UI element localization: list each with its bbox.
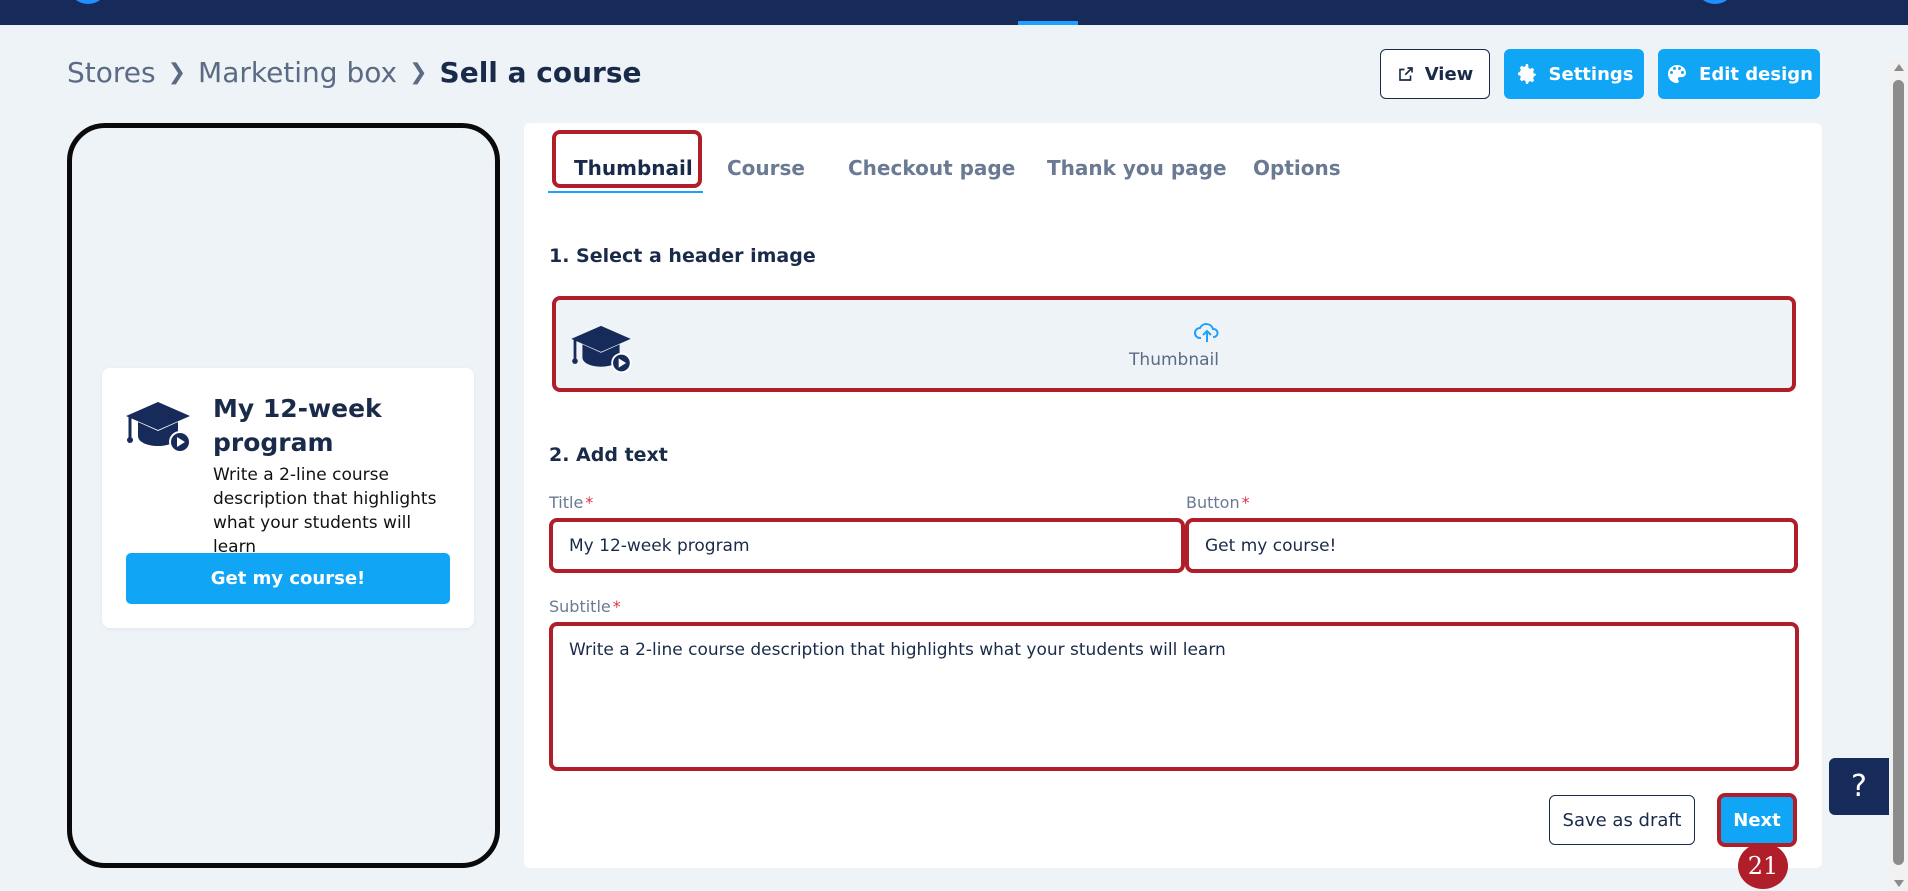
phone-preview: My 12-week program Write a 2-line course… [67,123,500,868]
step-number-badge: 21 [1738,843,1788,889]
breadcrumb-current: Sell a course [439,56,642,89]
palette-icon [1668,65,1687,83]
nav-active-indicator [1018,21,1078,25]
help-button[interactable]: ? [1829,758,1889,815]
title-input[interactable]: My 12-week program [549,518,1185,573]
top-nav-bar [0,0,1908,25]
tab-options[interactable]: Options [1253,151,1341,185]
button-field-label-text: Button * [1186,493,1250,512]
settings-button-label: Settings [1548,63,1634,85]
scroll-down-arrow-icon[interactable] [1894,880,1904,887]
tab-thumbnail[interactable]: Thumbnail [574,151,693,185]
preview-title: My 12-week program [213,394,382,457]
view-button[interactable]: View [1380,49,1490,99]
scrollbar-thumb[interactable] [1893,80,1904,865]
view-button-label: View [1424,63,1474,85]
avatar[interactable] [1695,0,1735,4]
external-link-icon [1398,67,1413,81]
graduation-cap-icon [124,400,192,460]
tab-course[interactable]: Course [727,151,805,185]
next-button[interactable]: Next [1717,793,1797,847]
preview-card: My 12-week program Write a 2-line course… [102,368,474,628]
settings-button[interactable]: Settings [1504,49,1644,99]
section-add-text-title: 2. Add text [549,444,668,466]
title-field-label: Title * [549,493,594,512]
breadcrumb-marketing-box[interactable]: Marketing box [198,56,397,89]
logo-dot [68,0,108,4]
tab-thank-you-page[interactable]: Thank you page [1047,151,1227,185]
preview-cta-button[interactable]: Get my course! [126,553,450,604]
save-as-draft-button[interactable]: Save as draft [1549,795,1695,845]
section-header-image-title: 1. Select a header image [549,245,816,267]
subtitle-field-label: Subtitle * [549,597,621,616]
scrollbar[interactable] [1889,60,1908,891]
breadcrumb-stores[interactable]: Stores [67,56,156,89]
editor-panel: Thumbnail Course Checkout page Thank you… [524,123,1822,868]
subtitle-textarea[interactable]: Write a 2-line course description that h… [549,622,1799,771]
chevron-right-icon: ❯ [409,60,428,85]
chevron-right-icon: ❯ [167,60,187,85]
breadcrumb: Stores ❯ Marketing box ❯ Sell a course [67,56,642,89]
header-image-upload[interactable]: Thumbnail [552,296,1796,392]
tab-underline [548,191,703,193]
tab-checkout-page[interactable]: Checkout page [848,151,1015,185]
upload-label: Thumbnail [1129,350,1219,370]
edit-design-button[interactable]: Edit design [1658,49,1820,99]
scroll-up-arrow-icon[interactable] [1894,64,1904,71]
cloud-upload-icon [1194,322,1220,348]
button-text-input[interactable]: Get my course! [1185,518,1798,573]
preview-subtitle: Write a 2-line course description that h… [213,465,437,557]
edit-design-button-label: Edit design [1699,63,1813,85]
gear-icon [1517,64,1536,84]
